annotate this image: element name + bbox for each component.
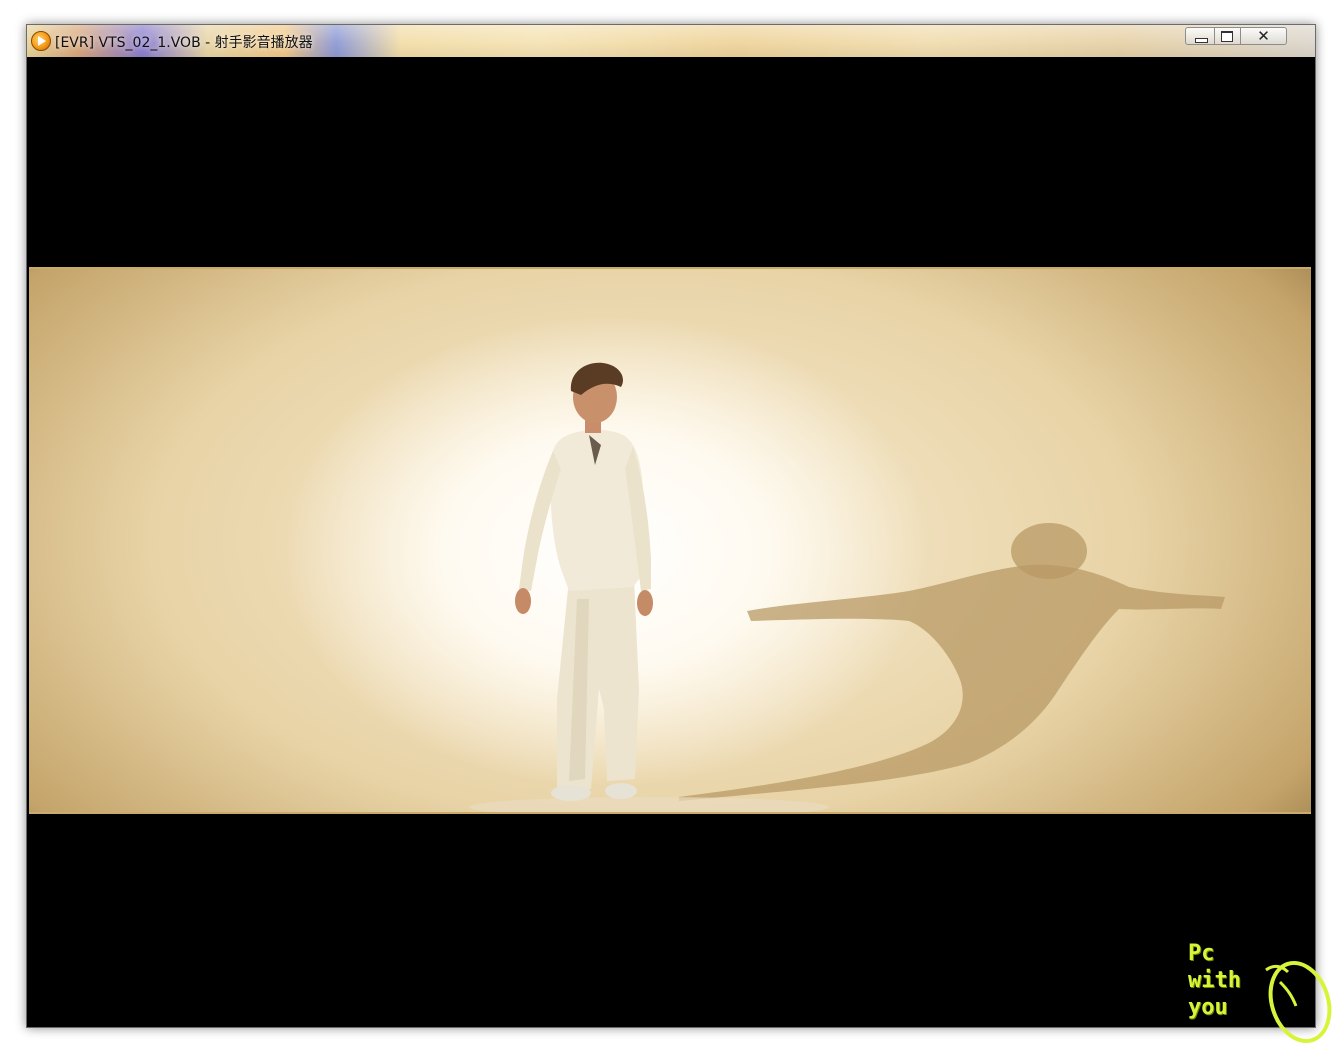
video-scene xyxy=(469,362,1225,812)
watermark-logo: Pc with you xyxy=(1188,940,1338,1050)
maximize-button[interactable] xyxy=(1215,27,1241,45)
maximize-icon xyxy=(1221,31,1233,42)
title-bar[interactable]: [EVR] VTS_02_1.VOB - 射手影音播放器 ✕ xyxy=(27,25,1315,57)
window-title: [EVR] VTS_02_1.VOB - 射手影音播放器 xyxy=(55,35,313,51)
player-window: [EVR] VTS_02_1.VOB - 射手影音播放器 ✕ xyxy=(26,24,1316,1028)
mouse-icon xyxy=(1265,960,1332,1044)
close-icon: ✕ xyxy=(1257,27,1270,45)
minimize-icon xyxy=(1195,38,1208,43)
winged-shadow xyxy=(679,523,1225,801)
man-figure xyxy=(515,362,653,801)
video-area[interactable] xyxy=(27,57,1313,1025)
play-circle-icon[interactable] xyxy=(31,31,51,51)
minimize-button[interactable] xyxy=(1185,27,1215,45)
video-frame xyxy=(29,267,1311,814)
close-button[interactable]: ✕ xyxy=(1241,27,1287,45)
